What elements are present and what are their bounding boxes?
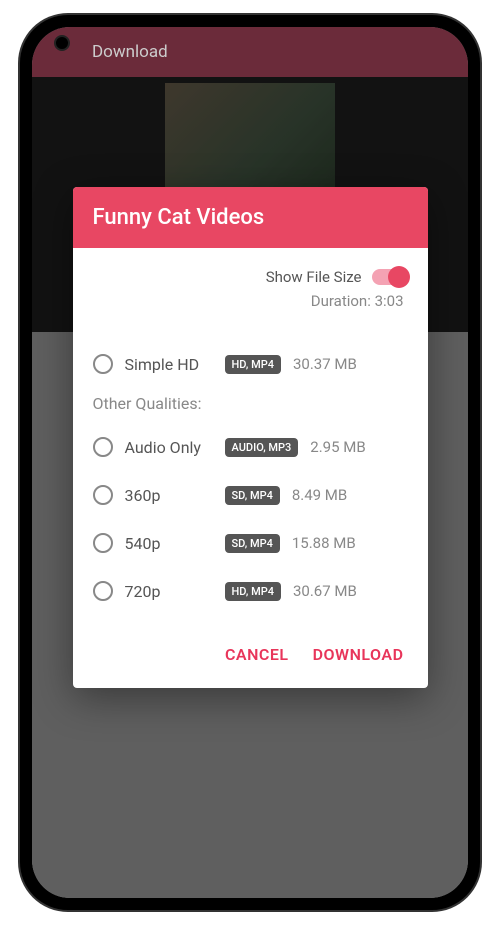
app-bar-title: Download: [92, 42, 168, 62]
dialog-title: Funny Cat Videos: [73, 187, 428, 248]
quality-option-540p[interactable]: 540p SD, MP4 15.88 MB: [93, 519, 408, 567]
radio-icon: [93, 581, 113, 601]
option-label: Simple HD: [125, 355, 213, 374]
option-label: 720p: [125, 582, 213, 601]
format-badge: HD, MP4: [225, 355, 281, 374]
quality-option-360p[interactable]: 360p SD, MP4 8.49 MB: [93, 471, 408, 519]
file-size: 2.95 MB: [310, 438, 365, 456]
camera-hole: [54, 35, 70, 51]
dialog-overlay: Funny Cat Videos Show File Size Duration…: [32, 77, 468, 898]
phone-screen: Download Funny Cat Videos Show File Size…: [32, 27, 468, 898]
format-badge: SD, MP4: [225, 534, 280, 553]
quality-option-audio-only[interactable]: Audio Only AUDIO, MP3 2.95 MB: [93, 423, 408, 471]
radio-icon: [93, 533, 113, 553]
file-size: 15.88 MB: [292, 534, 356, 552]
download-dialog: Funny Cat Videos Show File Size Duration…: [73, 187, 428, 688]
file-size: 8.49 MB: [292, 486, 347, 504]
quality-option-720p[interactable]: 720p HD, MP4 30.67 MB: [93, 567, 408, 615]
file-size: 30.37 MB: [293, 355, 357, 373]
file-size: 30.67 MB: [293, 582, 357, 600]
dialog-body: Show File Size Duration: 3:03 Simple HD …: [73, 248, 428, 625]
format-badge: HD, MP4: [225, 582, 281, 601]
radio-icon: [93, 437, 113, 457]
radio-icon: [93, 354, 113, 374]
other-qualities-label: Other Qualities:: [93, 388, 408, 423]
quality-option-simple-hd[interactable]: Simple HD HD, MP4 30.37 MB: [93, 340, 408, 388]
show-file-size-toggle[interactable]: [372, 269, 408, 285]
radio-icon: [93, 485, 113, 505]
show-file-size-row: Show File Size: [93, 268, 408, 286]
cancel-button[interactable]: CANCEL: [225, 645, 289, 664]
show-file-size-label: Show File Size: [266, 268, 362, 286]
app-bar: Download: [32, 27, 468, 77]
option-label: 540p: [125, 534, 213, 553]
option-label: 360p: [125, 486, 213, 505]
phone-frame: Download Funny Cat Videos Show File Size…: [20, 15, 480, 910]
download-button[interactable]: DOWNLOAD: [313, 645, 404, 664]
duration-label: Duration: 3:03: [93, 292, 408, 310]
dialog-actions: CANCEL DOWNLOAD: [73, 625, 428, 688]
format-badge: SD, MP4: [225, 486, 280, 505]
option-label: Audio Only: [125, 438, 213, 457]
format-badge: AUDIO, MP3: [225, 438, 299, 457]
